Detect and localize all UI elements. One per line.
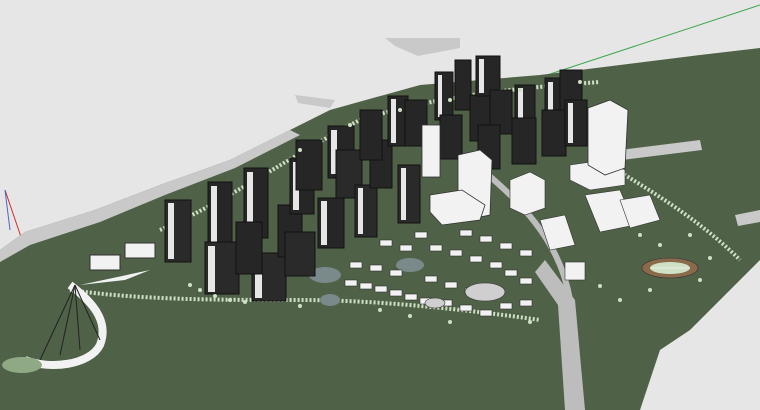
pond-3 (320, 294, 340, 306)
plaza-circle (424, 297, 446, 309)
lawn-oval (2, 357, 42, 373)
city-model-render (0, 0, 760, 410)
sports-field (641, 257, 699, 279)
pavilion-2 (124, 242, 156, 259)
roundabout (464, 282, 506, 302)
pavilion (89, 254, 121, 271)
model-viewport[interactable] (0, 0, 760, 410)
